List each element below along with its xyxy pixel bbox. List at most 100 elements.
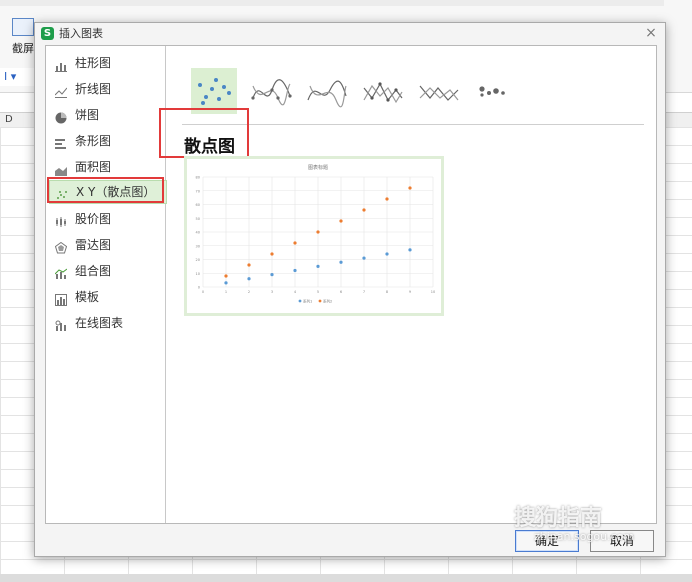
status-bar (0, 574, 692, 582)
ribbon-right-strip (664, 0, 692, 92)
scatter-point (385, 252, 389, 256)
dialog-title: 插入图表 (59, 27, 103, 40)
y-tick-label: 70 (196, 189, 200, 193)
chart-title: 图表标题 (308, 164, 328, 171)
y-tick-label: 60 (196, 203, 200, 207)
scatter-point (339, 219, 343, 223)
sidebar-item-radar-chart[interactable]: 雷达图 (49, 234, 165, 256)
legend-marker (298, 299, 302, 303)
column-header-d[interactable]: D (5, 113, 13, 127)
scatter-point (270, 252, 274, 256)
y-tick-label: 20 (196, 258, 200, 262)
watermark-brand: 搜狗指南 (514, 506, 603, 531)
x-tick-label: 7 (363, 290, 365, 294)
sidebar-item-line-chart[interactable]: 折线图 (49, 78, 165, 100)
straight-lines-markers-icon (363, 82, 403, 104)
scatter-point (339, 260, 343, 264)
column-chart-icon (55, 57, 67, 72)
smooth-lines-icon (307, 80, 347, 108)
watermark-url: zhinan.sogou.com (534, 530, 635, 543)
scatter-point (270, 273, 274, 277)
legend-label: 系列1 (303, 299, 312, 304)
scatter-point (385, 197, 389, 201)
scatter-point (247, 277, 251, 281)
x-tick-label: 5 (317, 290, 319, 294)
straight-lines-icon (419, 85, 459, 101)
x-tick-label: 8 (386, 290, 388, 294)
scatter-point (293, 241, 297, 245)
sidebar-item-label: 饼图 (75, 108, 100, 122)
y-tick-label: 80 (196, 176, 200, 180)
x-tick-label: 2 (248, 290, 250, 294)
online-chart-icon (55, 317, 67, 331)
x-tick-label: 1 (225, 290, 227, 294)
chart-preview[interactable]: 图表标题 0 10 20 30 40 50 60 70 80 0 1 2 3 4 5 6 7 8 9 10 系列1 系列2 (184, 156, 444, 316)
legend-label: 系列2 (323, 299, 332, 304)
bar-chart-icon (55, 135, 67, 149)
screenshot-icon (12, 18, 34, 36)
subtype-straight-markers-thumb[interactable] (360, 68, 406, 114)
scatter-point (247, 263, 251, 267)
insert-chart-dialog: S 插入图表 × 柱形图 折线图 饼图 条形图 面积图 X Y（散点图） 股价图 雷达图 组合图… (34, 22, 666, 557)
subtype-divider (182, 124, 644, 125)
sidebar-item-template[interactable]: 模板 (49, 286, 165, 308)
x-tick-label: 9 (409, 290, 411, 294)
sidebar-item-pie-chart[interactable]: 饼图 (49, 104, 165, 126)
subtype-straight-lines-thumb[interactable] (416, 68, 462, 114)
sidebar-item-label: 雷达图 (75, 238, 112, 252)
x-tick-label: 10 (431, 290, 435, 294)
sidebar-item-combo-chart[interactable]: 组合图 (49, 260, 165, 282)
scatter-point (224, 274, 228, 278)
dialog-body: 柱形图 折线图 饼图 条形图 面积图 X Y（散点图） 股价图 雷达图 组合图 模板 在线图表 (45, 45, 657, 524)
y-tick-label: 50 (196, 217, 200, 221)
bubble-subtype-icon (479, 86, 505, 97)
sidebar-item-label: 条形图 (75, 134, 112, 148)
stock-chart-icon (55, 213, 67, 227)
sidebar-item-label: 模板 (75, 290, 100, 304)
scatter-point (362, 256, 366, 260)
scatter-point (362, 208, 366, 212)
x-tick-label: 0 (202, 290, 204, 294)
x-tick-label: 6 (340, 290, 342, 294)
scatter-point (224, 281, 228, 285)
sidebar-item-area-chart[interactable]: 面积图 (49, 156, 165, 178)
template-icon (55, 291, 67, 306)
sidebar-item-label: 在线图表 (75, 316, 124, 330)
subtype-smooth-markers-thumb[interactable] (248, 68, 294, 114)
line-chart-icon (54, 83, 68, 98)
scatter-point (408, 248, 412, 252)
dialog-titlebar[interactable]: S 插入图表 × (35, 23, 665, 45)
sidebar-item-column-chart[interactable]: 柱形图 (49, 52, 165, 74)
sidebar-item-bar-chart[interactable]: 条形图 (49, 130, 165, 152)
subtype-bubble-thumb[interactable] (472, 68, 518, 114)
sidebar-item-label: 股价图 (75, 212, 112, 226)
menu-strip (0, 0, 692, 6)
sidebar-item-label: 柱形图 (75, 56, 112, 70)
subtype-smooth-lines-thumb[interactable] (304, 68, 350, 114)
sidebar-item-online-chart[interactable]: 在线图表 (49, 312, 165, 334)
y-tick-label: 10 (196, 272, 200, 276)
sidebar-item-label: 折线图 (75, 82, 112, 96)
chart-type-sidebar: 柱形图 折线图 饼图 条形图 面积图 X Y（散点图） 股价图 雷达图 组合图 模板 在线图表 (46, 46, 167, 523)
combo-chart-icon (54, 265, 68, 279)
chart-content-pane: 散点图 图表标题 0 10 20 30 40 50 60 70 80 0 1 2 3 4 5 6 7 8 9 10 系列1… (159, 46, 656, 523)
y-tick-label: 0 (198, 286, 200, 290)
x-tick-label: 4 (294, 290, 297, 294)
sidebar-item-label: 组合图 (75, 264, 112, 278)
sidebar-item-label: 面积图 (75, 160, 112, 174)
close-button[interactable]: × (643, 25, 659, 41)
scatter-point (316, 264, 320, 268)
pie-chart-icon (55, 109, 67, 124)
smooth-lines-markers-icon (251, 79, 292, 106)
preview-chart-svg: 图表标题 0 10 20 30 40 50 60 70 80 0 1 2 3 4 5 6 7 8 9 10 系列1 系列2 (196, 164, 436, 304)
highlight-box-sidebar (47, 177, 164, 203)
y-tick-label: 30 (196, 244, 200, 248)
scatter-point (316, 230, 320, 234)
x-tick-label: 3 (271, 290, 273, 294)
chart-type-title: 散点图 (184, 137, 235, 157)
radar-chart-icon (54, 239, 68, 254)
area-chart-icon (55, 161, 67, 176)
sidebar-item-stock-chart[interactable]: 股价图 (49, 208, 165, 230)
legend-marker (318, 299, 322, 303)
wps-logo-icon: S (41, 27, 54, 40)
